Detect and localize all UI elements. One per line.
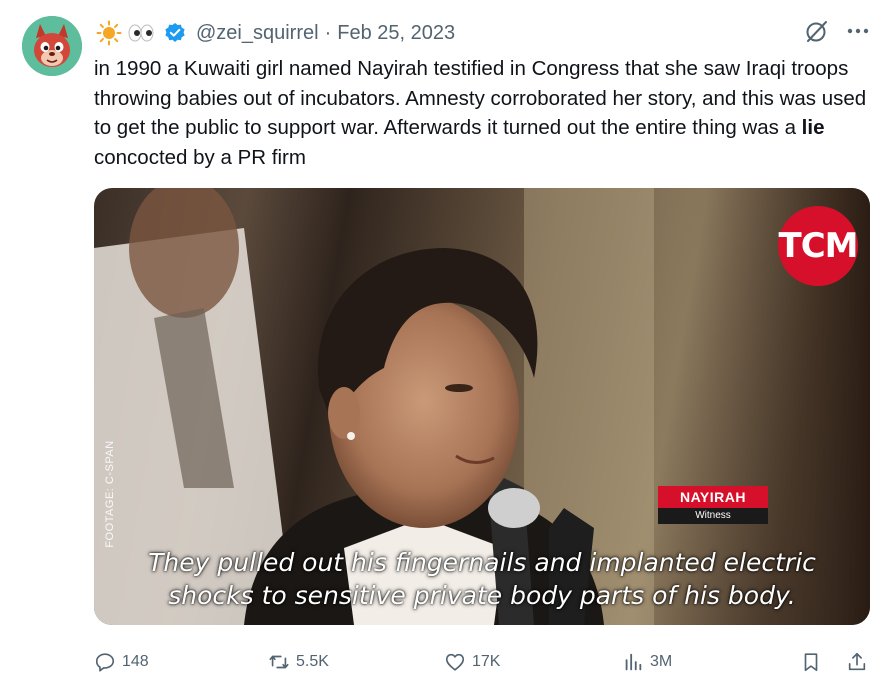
- tweet-text-bold: lie: [801, 116, 825, 139]
- lower-third-name: NAYIRAH: [658, 486, 768, 508]
- more-options-icon[interactable]: [846, 24, 870, 38]
- tweet-text-main: in 1990 a Kuwaiti girl named Nayirah tes…: [94, 57, 867, 139]
- tweet-header: @zei_squirrel · Feb 25, 2023: [96, 18, 455, 48]
- lower-third-role: Witness: [658, 508, 768, 524]
- squirrel-avatar-icon: [22, 16, 82, 76]
- retweet-button[interactable]: 5.5K: [268, 648, 329, 676]
- tweet-text-end: concocted by a PR firm: [94, 145, 306, 169]
- reply-count: 148: [122, 653, 149, 670]
- author-handle[interactable]: @zei_squirrel: [196, 22, 319, 45]
- separator-dot: ·: [324, 21, 332, 44]
- share-icon: [848, 652, 866, 671]
- heart-icon: [445, 653, 465, 671]
- views-button[interactable]: 3M: [622, 648, 672, 676]
- footage-credit: FOOTAGE: C-SPAN: [104, 440, 116, 548]
- views-count: 3M: [650, 653, 673, 670]
- bookmark-icon: [804, 653, 818, 672]
- tweet-text: in 1990 a Kuwaiti girl named Nayirah tes…: [94, 54, 874, 172]
- tweet-actions: 148 5.5K 17K 3M: [94, 648, 874, 676]
- caption-line-2: shocks to sensitive private body parts o…: [168, 581, 796, 610]
- eyes-icon: [128, 24, 154, 42]
- reply-button[interactable]: 148: [94, 648, 149, 676]
- retweet-icon: [269, 655, 289, 669]
- retweet-count: 5.5K: [296, 653, 329, 670]
- display-name[interactable]: [96, 20, 156, 46]
- caption-line-1: They pulled out his fingernails and impl…: [148, 548, 816, 577]
- bookmark-button[interactable]: [800, 648, 822, 676]
- video-caption: They pulled out his fingernails and impl…: [94, 546, 870, 612]
- avatar[interactable]: [22, 16, 82, 76]
- share-button[interactable]: [846, 648, 868, 676]
- reply-icon: [95, 653, 115, 672]
- video-media[interactable]: TCM FOOTAGE: C-SPAN NAYIRAH Witness They…: [94, 188, 870, 625]
- like-count: 17K: [472, 653, 501, 670]
- views-chart-icon: [625, 653, 642, 671]
- grok-icon[interactable]: [804, 18, 830, 44]
- like-button[interactable]: 17K: [444, 648, 500, 676]
- sun-icon: [96, 20, 122, 46]
- tweet-date[interactable]: Feb 25, 2023: [337, 22, 455, 45]
- tcm-logo: TCM: [778, 206, 858, 286]
- verified-badge-icon: [165, 23, 185, 42]
- lower-third: NAYIRAH Witness: [658, 486, 768, 524]
